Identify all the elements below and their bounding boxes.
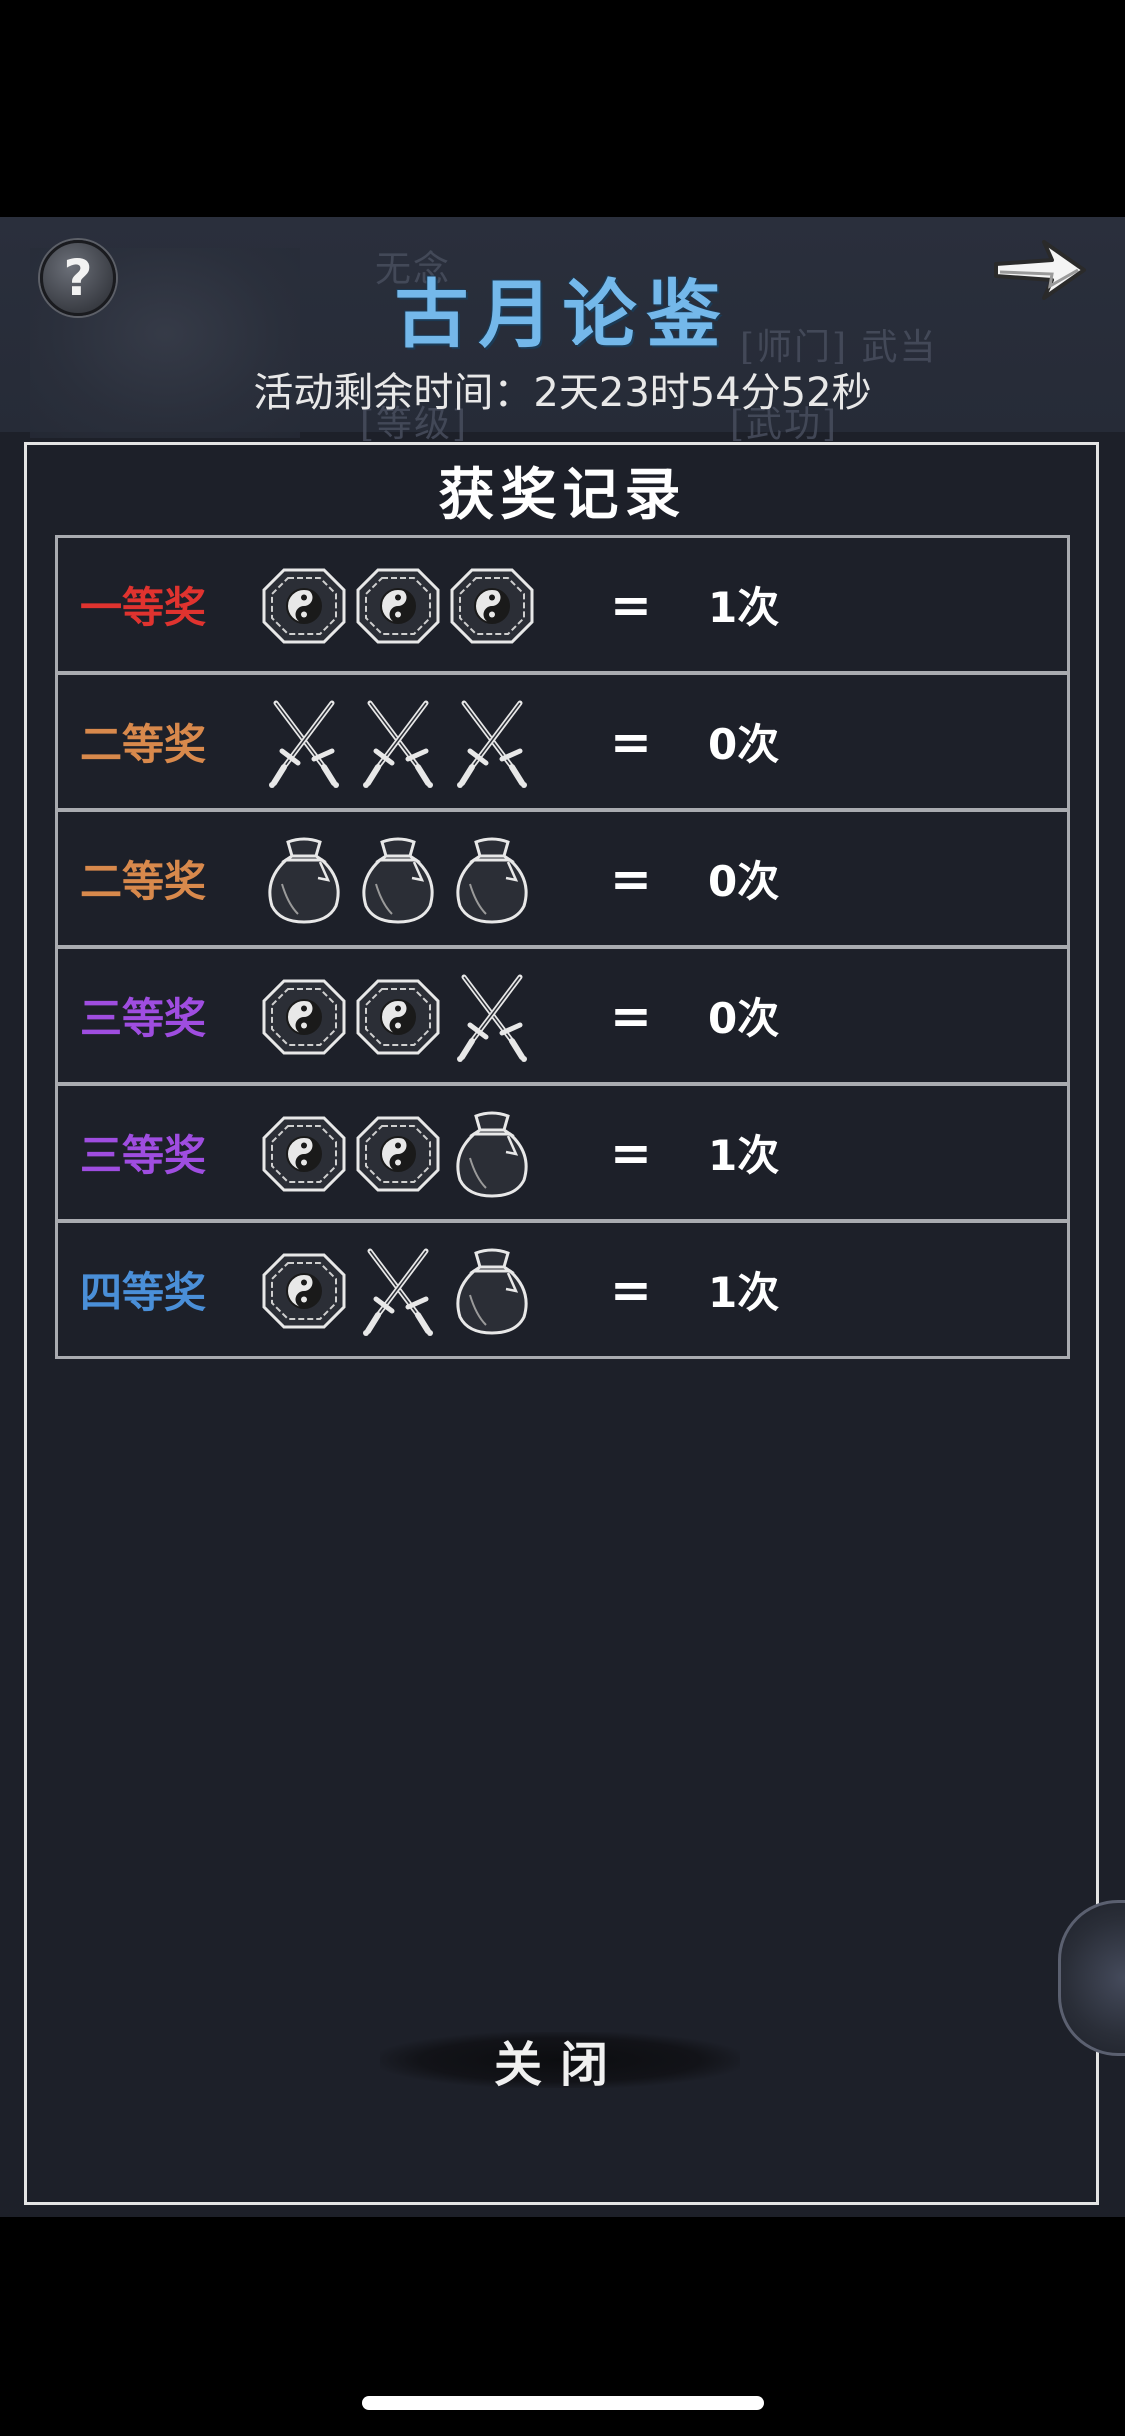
prize-label: 二等奖 (80, 857, 207, 906)
bagua-icon (352, 1108, 444, 1200)
equals-sign: = (610, 575, 652, 634)
prize-row: 三等奖 = 1次 (58, 1086, 1067, 1223)
pouch-icon (446, 1245, 538, 1337)
prize-count: 1次 (708, 1268, 780, 1317)
bagua-icon (352, 560, 444, 652)
prize-combination (258, 697, 578, 789)
prize-combination (258, 834, 578, 926)
bagua-icon (352, 971, 444, 1063)
crossed-swords-icon (352, 697, 444, 789)
event-timer: 活动剩余时间：2天23时54分52秒 (253, 370, 872, 416)
prize-count: 1次 (708, 583, 780, 632)
home-indicator[interactable] (362, 2396, 764, 2410)
prize-table: 一等奖 = 1次 二等奖 = 0次 二等奖 = 0次 三等奖 = 0次 三等奖 … (55, 535, 1070, 1359)
equals-sign: = (610, 849, 652, 908)
bagua-icon (446, 560, 538, 652)
crossed-swords-icon (446, 971, 538, 1063)
equals-sign: = (610, 986, 652, 1045)
prize-combination (258, 971, 578, 1063)
prize-label: 二等奖 (80, 720, 207, 769)
screen: 无念 [师门] 武当 [等级] [武功] ? 古月论鉴 活动剩余时间：2天23时… (0, 0, 1125, 2436)
prize-count: 0次 (708, 994, 780, 1043)
prize-combination (258, 1108, 578, 1200)
page-title: 古月论鉴 (394, 272, 731, 358)
equals-sign: = (610, 1123, 652, 1182)
prize-row: 二等奖 = 0次 (58, 675, 1067, 812)
pouch-icon (258, 834, 350, 926)
prize-label: 一等奖 (80, 583, 207, 632)
prize-row: 二等奖 = 0次 (58, 812, 1067, 949)
pouch-icon (446, 834, 538, 926)
prize-label: 三等奖 (80, 994, 207, 1043)
equals-sign: = (610, 712, 652, 771)
pouch-icon (352, 834, 444, 926)
bagua-icon (258, 971, 350, 1063)
prize-row: 一等奖 = 1次 (58, 538, 1067, 675)
bagua-icon (258, 1108, 350, 1200)
bagua-icon (258, 1245, 350, 1337)
panel-title: 获奖记录 (438, 462, 687, 528)
prize-combination (258, 560, 578, 652)
prize-count: 1次 (708, 1131, 780, 1180)
close-button-label: 关闭 (493, 2037, 626, 2093)
prize-label: 三等奖 (80, 1131, 207, 1180)
crossed-swords-icon (446, 697, 538, 789)
prize-combination (258, 1245, 578, 1337)
crossed-swords-icon (258, 697, 350, 789)
prize-count: 0次 (708, 720, 780, 769)
pouch-icon (446, 1108, 538, 1200)
prize-count: 0次 (708, 857, 780, 906)
close-button[interactable]: 关闭 (380, 2020, 740, 2100)
prize-row: 三等奖 = 0次 (58, 949, 1067, 1086)
crossed-swords-icon (352, 1245, 444, 1337)
prize-label: 四等奖 (80, 1268, 207, 1317)
bagua-icon (258, 560, 350, 652)
prize-row: 四等奖 = 1次 (58, 1223, 1067, 1356)
equals-sign: = (610, 1260, 652, 1319)
